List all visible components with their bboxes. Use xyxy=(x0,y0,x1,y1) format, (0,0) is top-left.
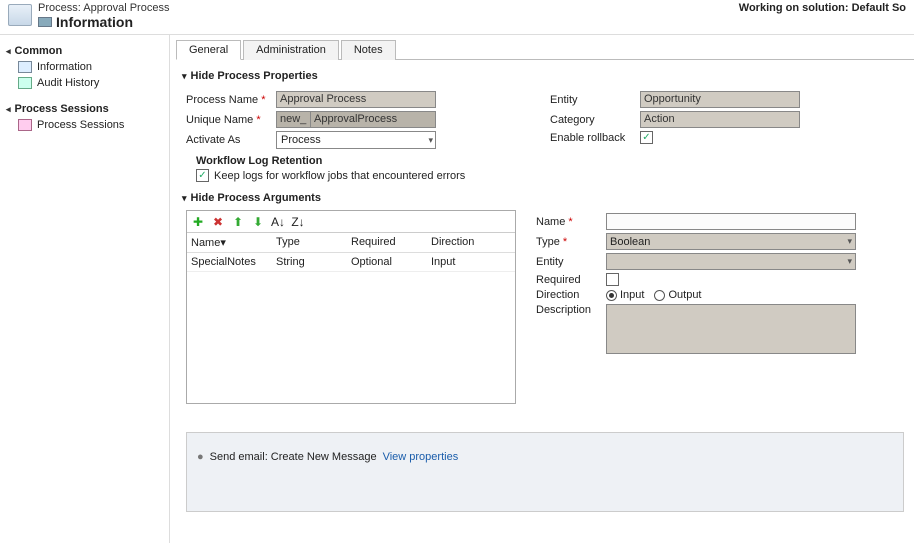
add-icon[interactable]: ✚ xyxy=(191,215,205,229)
arguments-toolbar: ✚ ✖ ⬆ ⬇ A↓ Z↓ xyxy=(187,211,515,233)
category-value: Action xyxy=(640,111,800,128)
activate-as-select[interactable]: Process ▾ xyxy=(276,131,436,149)
enable-rollback-label: Enable rollback xyxy=(550,132,640,144)
process-breadcrumb: Process: Approval Process xyxy=(38,2,169,14)
page-title: Information xyxy=(56,14,133,30)
direction-input-label: Input xyxy=(620,289,644,301)
grid-header-row: Name▾ Type Required Direction xyxy=(187,233,515,253)
arg-entity-select[interactable]: ▾ xyxy=(606,253,856,270)
enable-rollback-checkbox[interactable]: ✓ xyxy=(640,131,653,144)
chevron-down-icon: ▾ xyxy=(847,256,852,267)
table-row[interactable]: SpecialNotes String Optional Input xyxy=(187,253,515,272)
chevron-down-icon: ▾ xyxy=(847,236,852,247)
sidebar-item-information[interactable]: Information xyxy=(4,59,165,75)
arg-name-label: Name xyxy=(536,216,606,228)
cell-name: SpecialNotes xyxy=(187,253,272,271)
grid-header-required[interactable]: Required xyxy=(347,233,427,252)
sidebar-item-label: Process Sessions xyxy=(37,119,124,131)
activate-as-label: Activate As xyxy=(186,134,276,146)
main-content: General Administration Notes Hide Proces… xyxy=(170,35,914,543)
grid-header-type[interactable]: Type xyxy=(272,233,347,252)
tab-notes[interactable]: Notes xyxy=(341,40,396,60)
solution-context-label: Working on solution: Default So xyxy=(739,2,906,14)
arg-name-input[interactable] xyxy=(606,213,856,230)
arg-required-checkbox[interactable]: ✓ xyxy=(606,273,619,286)
cell-required: Optional xyxy=(347,253,427,271)
arg-direction-label: Direction xyxy=(536,289,606,301)
sidebar-item-label: Audit History xyxy=(37,77,99,89)
cell-type: String xyxy=(272,253,347,271)
arg-description-textarea[interactable] xyxy=(606,304,856,354)
section-toggle-arguments[interactable]: Hide Process Arguments xyxy=(182,192,914,204)
direction-output-label: Output xyxy=(668,289,701,301)
grid-header-direction[interactable]: Direction xyxy=(427,233,497,252)
arg-type-label: Type xyxy=(536,236,606,248)
arg-type-select[interactable]: Boolean ▾ xyxy=(606,233,856,250)
arg-description-label: Description xyxy=(536,304,606,316)
argument-detail-form: Name Type Boolean ▾ Entity ▾ xyxy=(536,210,856,404)
arg-type-value: Boolean xyxy=(610,236,650,248)
audit-icon xyxy=(18,77,32,89)
arg-required-label: Required xyxy=(536,274,606,286)
step-text: Send email: Create New Message xyxy=(210,451,377,463)
direction-output-radio[interactable] xyxy=(654,290,665,301)
entity-value: Opportunity xyxy=(640,91,800,108)
cell-direction: Input xyxy=(427,253,497,271)
sidebar-section-process-sessions[interactable]: Process Sessions xyxy=(4,101,165,117)
process-name-label: Process Name xyxy=(186,94,276,106)
bullet-icon: ● xyxy=(197,451,204,463)
process-entity-icon xyxy=(8,4,32,26)
keep-logs-checkbox[interactable]: ✓ xyxy=(196,169,209,182)
left-navigation: Common Information Audit History Process… xyxy=(0,35,170,543)
move-down-icon[interactable]: ⬇ xyxy=(251,215,265,229)
properties-form: Process Name Approval Process Unique Nam… xyxy=(186,88,914,182)
steps-panel: ● Send email: Create New Message View pr… xyxy=(186,432,904,512)
sessions-icon xyxy=(18,119,32,131)
arg-entity-label: Entity xyxy=(536,256,606,268)
sort-desc-icon[interactable]: Z↓ xyxy=(291,215,305,229)
tab-general[interactable]: General xyxy=(176,40,241,60)
sidebar-item-label: Information xyxy=(37,61,92,73)
sidebar-section-common[interactable]: Common xyxy=(4,43,165,59)
sort-asc-icon[interactable]: A↓ xyxy=(271,215,285,229)
window-header: Process: Approval Process Information Wo… xyxy=(0,0,914,35)
direction-input-radio[interactable] xyxy=(606,290,617,301)
chevron-down-icon: ▾ xyxy=(428,135,433,146)
info-icon xyxy=(38,17,52,27)
view-properties-link[interactable]: View properties xyxy=(383,451,459,463)
sidebar-item-process-sessions[interactable]: Process Sessions xyxy=(4,117,165,133)
information-icon xyxy=(18,61,32,73)
activate-as-value: Process xyxy=(281,134,321,146)
sidebar-item-audit-history[interactable]: Audit History xyxy=(4,75,165,91)
tab-administration[interactable]: Administration xyxy=(243,40,339,60)
unique-name-input[interactable]: ApprovalProcess xyxy=(310,111,436,128)
arguments-grid: ✚ ✖ ⬆ ⬇ A↓ Z↓ Name▾ Type Required Direct… xyxy=(186,210,516,404)
delete-icon[interactable]: ✖ xyxy=(211,215,225,229)
tab-strip: General Administration Notes xyxy=(176,39,914,60)
category-label: Category xyxy=(550,114,640,126)
move-up-icon[interactable]: ⬆ xyxy=(231,215,245,229)
unique-name-prefix: new_ xyxy=(276,111,310,128)
unique-name-label: Unique Name xyxy=(186,114,276,126)
process-name-input[interactable]: Approval Process xyxy=(276,91,436,108)
entity-label: Entity xyxy=(550,94,640,106)
workflow-log-heading: Workflow Log Retention xyxy=(196,155,550,167)
keep-logs-label: Keep logs for workflow jobs that encount… xyxy=(214,170,465,182)
grid-header-name[interactable]: Name▾ xyxy=(187,233,272,252)
section-toggle-properties[interactable]: Hide Process Properties xyxy=(182,70,914,82)
